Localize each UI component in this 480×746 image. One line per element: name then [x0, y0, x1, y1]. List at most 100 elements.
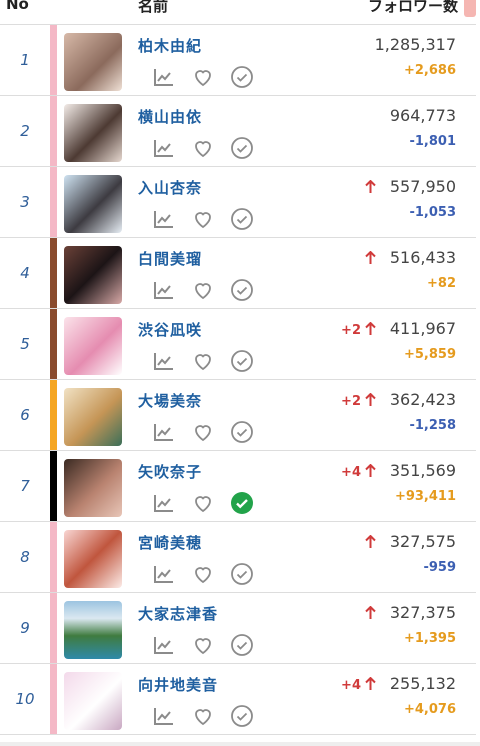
group-color-bar: [50, 522, 57, 592]
avatar[interactable]: [64, 246, 122, 304]
check-circle-icon[interactable]: [230, 136, 254, 160]
member-name-link[interactable]: 矢吹奈子: [138, 461, 202, 482]
trend-chart-icon[interactable]: [152, 562, 176, 586]
rank-trend: +2: [341, 392, 376, 410]
follower-count: 516,433: [389, 248, 456, 267]
follower-delta: +1,395: [403, 631, 456, 646]
trend-chart-icon[interactable]: [152, 349, 176, 373]
rank-trend: [361, 179, 376, 197]
check-circle-icon[interactable]: [230, 633, 254, 657]
rank-number: 9: [20, 619, 30, 637]
table-row[interactable]: 9 大家志津香 327,375 +1,395: [0, 593, 476, 664]
avatar[interactable]: [64, 175, 122, 233]
column-no[interactable]: No: [6, 0, 29, 13]
member-name-link[interactable]: 渋谷凪咲: [138, 319, 202, 340]
avatar[interactable]: [64, 317, 122, 375]
check-circle-icon[interactable]: [230, 207, 254, 231]
follower-count: 327,575: [389, 532, 456, 551]
heart-icon[interactable]: [191, 420, 215, 444]
arrow-up-icon: [365, 250, 376, 268]
heart-icon[interactable]: [191, 207, 215, 231]
avatar[interactable]: [64, 104, 122, 162]
member-name-link[interactable]: 宮崎美穂: [138, 532, 202, 553]
heart-icon[interactable]: [191, 704, 215, 728]
member-name-link[interactable]: 向井地美音: [138, 674, 218, 695]
rank-change: +4: [341, 465, 361, 480]
table-row[interactable]: 1 柏木由紀 1,285,317 +2,686: [0, 25, 476, 96]
table-row[interactable]: 8 宮崎美穂 327,575 -959: [0, 522, 476, 593]
row-actions: [152, 136, 269, 160]
member-name-link[interactable]: 横山由依: [138, 106, 202, 127]
heart-icon[interactable]: [191, 349, 215, 373]
member-name-link[interactable]: 大家志津香: [138, 603, 218, 624]
group-color-bar: [50, 25, 57, 95]
row-actions: [152, 491, 269, 515]
trend-chart-icon[interactable]: [152, 207, 176, 231]
avatar[interactable]: [64, 459, 122, 517]
member-name-link[interactable]: 柏木由紀: [138, 35, 202, 56]
heart-icon[interactable]: [191, 633, 215, 657]
check-circle-icon[interactable]: [230, 65, 254, 89]
rank-change: +2: [341, 323, 361, 338]
trend-chart-icon[interactable]: [152, 704, 176, 728]
arrow-up-icon: [365, 463, 376, 481]
ranking-table: 1 柏木由紀 1,285,317 +2,686 2 横山由依 964,773 -…: [0, 24, 476, 735]
avatar[interactable]: [64, 530, 122, 588]
group-color-bar: [50, 451, 57, 521]
table-row[interactable]: 2 横山由依 964,773 -1,801: [0, 96, 476, 167]
trend-chart-icon[interactable]: [152, 420, 176, 444]
rank-number: 6: [20, 406, 30, 424]
follower-delta: -1,258: [409, 418, 456, 433]
check-circle-icon[interactable]: [230, 491, 254, 515]
column-followers[interactable]: フォロワー数: [368, 0, 458, 16]
avatar[interactable]: [64, 33, 122, 91]
table-row[interactable]: 4 白間美瑠 516,433 +82: [0, 238, 476, 309]
follower-delta: -1,801: [409, 134, 456, 149]
row-actions: [152, 349, 269, 373]
heart-icon[interactable]: [191, 562, 215, 586]
row-actions: [152, 704, 269, 728]
rank-number: 5: [20, 335, 30, 353]
table-row[interactable]: 10 向井地美音 +4 255,132 +4,076: [0, 664, 476, 735]
rank-number: 3: [20, 193, 30, 211]
rank-number: 2: [20, 122, 30, 140]
table-header: No 名前 フォロワー数: [0, 0, 480, 24]
table-row[interactable]: 7 矢吹奈子 +4 351,569 +93,411: [0, 451, 476, 522]
table-row[interactable]: 3 入山杏奈 557,950 -1,053: [0, 167, 476, 238]
check-circle-icon[interactable]: [230, 704, 254, 728]
check-circle-icon[interactable]: [230, 278, 254, 302]
heart-icon[interactable]: [191, 491, 215, 515]
trend-chart-icon[interactable]: [152, 136, 176, 160]
trend-chart-icon[interactable]: [152, 65, 176, 89]
group-color-bar: [50, 96, 57, 166]
table-row[interactable]: 5 渋谷凪咲 +2 411,967 +5,859: [0, 309, 476, 380]
table-row[interactable]: 6 大場美奈 +2 362,423 -1,258: [0, 380, 476, 451]
group-color-bar: [50, 238, 57, 308]
row-actions: [152, 207, 269, 231]
column-name[interactable]: 名前: [138, 0, 168, 16]
check-circle-icon[interactable]: [230, 562, 254, 586]
trend-chart-icon[interactable]: [152, 633, 176, 657]
rank-number: 4: [20, 264, 30, 282]
trend-chart-icon[interactable]: [152, 278, 176, 302]
heart-icon[interactable]: [191, 278, 215, 302]
follower-count: 351,569: [389, 461, 456, 480]
avatar[interactable]: [64, 388, 122, 446]
rank-trend: [361, 534, 376, 552]
sort-indicator[interactable]: [464, 0, 476, 17]
avatar[interactable]: [64, 601, 122, 659]
check-circle-icon[interactable]: [230, 420, 254, 444]
rank-trend: [361, 605, 376, 623]
avatar[interactable]: [64, 672, 122, 730]
trend-chart-icon[interactable]: [152, 491, 176, 515]
member-name-link[interactable]: 入山杏奈: [138, 177, 202, 198]
check-circle-icon[interactable]: [230, 349, 254, 373]
follower-count: 255,132: [389, 674, 456, 693]
group-color-bar: [50, 380, 57, 450]
heart-icon[interactable]: [191, 136, 215, 160]
member-name-link[interactable]: 大場美奈: [138, 390, 202, 411]
rank-number: 8: [20, 548, 30, 566]
member-name-link[interactable]: 白間美瑠: [138, 248, 202, 269]
heart-icon[interactable]: [191, 65, 215, 89]
follower-delta: +93,411: [394, 489, 456, 504]
